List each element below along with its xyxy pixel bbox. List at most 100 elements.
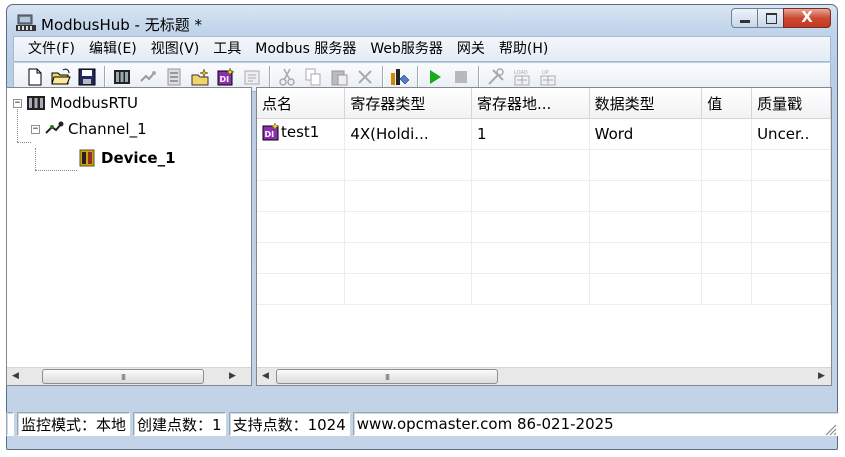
tag-table: 点名 寄存器类型 寄存器地... 数据类型 值 质量戳 DI test1 4X(… bbox=[257, 88, 831, 305]
tools-icon bbox=[488, 68, 504, 85]
open-button[interactable] bbox=[50, 66, 72, 88]
stop-button[interactable] bbox=[450, 66, 472, 88]
col-header-quality[interactable]: 质量戳 bbox=[751, 88, 831, 119]
cell-register-address: 1 bbox=[471, 118, 590, 150]
scroll-left-icon[interactable]: ◀ bbox=[257, 368, 274, 385]
tree-line bbox=[35, 148, 36, 170]
monitor-icon bbox=[391, 69, 410, 85]
monitor-button[interactable] bbox=[389, 66, 411, 88]
new-tag-button[interactable] bbox=[189, 66, 211, 88]
new-file-icon bbox=[28, 68, 42, 86]
tag-icon: DI bbox=[262, 123, 280, 141]
new-button[interactable] bbox=[24, 66, 46, 88]
copy-icon bbox=[305, 68, 321, 86]
menu-tools[interactable]: 工具 bbox=[206, 37, 248, 61]
project-tree[interactable]: − ModbusRTU − Channel_1 Device_1 ◀ III ▶ bbox=[6, 87, 252, 386]
col-header-register-type[interactable]: 寄存器类型 bbox=[344, 88, 472, 119]
status-pane-blank bbox=[6, 412, 14, 436]
save-icon bbox=[78, 68, 96, 86]
tree-item-device[interactable]: Device_1 bbox=[73, 146, 176, 170]
toolbar-separator bbox=[417, 66, 418, 88]
svg-text:DI: DI bbox=[265, 130, 275, 139]
col-header-register-address[interactable]: 寄存器地... bbox=[471, 88, 590, 119]
paste-button[interactable] bbox=[328, 66, 350, 88]
col-header-name[interactable]: 点名 bbox=[257, 88, 346, 119]
tag-icon: DI bbox=[217, 67, 235, 86]
table-row[interactable]: DI test1 4X(Holdi... 1 Word Uncer.. bbox=[257, 118, 831, 150]
svg-text:UP: UP bbox=[542, 70, 549, 76]
cell-quality: Uncer.. bbox=[751, 118, 831, 150]
menu-modbus-server[interactable]: Modbus 服务器 bbox=[248, 37, 363, 61]
cut-icon bbox=[279, 68, 295, 86]
status-bar: 监控模式：本地 创建点数：1 支持点数：1024 www.opcmaster.c… bbox=[6, 410, 839, 438]
col-header-data-type[interactable]: 数据类型 bbox=[589, 88, 703, 119]
tools-button[interactable] bbox=[485, 66, 507, 88]
menu-view[interactable]: 视图(V) bbox=[144, 37, 207, 61]
resize-grip-icon[interactable] bbox=[823, 422, 837, 436]
tree-item-modbusrtu[interactable]: − ModbusRTU bbox=[13, 91, 138, 115]
collapse-icon[interactable]: − bbox=[31, 124, 40, 134]
run-icon bbox=[430, 70, 441, 84]
minimize-button[interactable] bbox=[731, 8, 758, 28]
properties-icon bbox=[244, 70, 260, 85]
tree-item-channel[interactable]: − Channel_1 bbox=[31, 117, 147, 141]
new-tag-icon bbox=[191, 68, 209, 86]
table-row[interactable] bbox=[257, 242, 831, 274]
tag-grid[interactable]: 点名 寄存器类型 寄存器地... 数据类型 值 质量戳 DI test1 4X(… bbox=[256, 87, 832, 386]
device-list-button[interactable] bbox=[163, 66, 185, 88]
scroll-right-icon[interactable]: ▶ bbox=[224, 368, 241, 385]
menu-help[interactable]: 帮助(H) bbox=[492, 37, 555, 61]
table-header-row: 点名 寄存器类型 寄存器地... 数据类型 值 质量戳 bbox=[257, 88, 831, 119]
delete-icon bbox=[358, 70, 372, 84]
grid-horizontal-scrollbar[interactable]: ◀ III ▶ bbox=[257, 367, 831, 385]
menu-gateway[interactable]: 网关 bbox=[450, 37, 492, 61]
device-list-icon bbox=[167, 68, 181, 86]
save-button[interactable] bbox=[76, 66, 98, 88]
status-created-count: 创建点数：1 bbox=[133, 412, 226, 436]
table-row[interactable] bbox=[257, 149, 831, 181]
close-icon: X bbox=[801, 8, 813, 26]
maximize-button[interactable] bbox=[757, 8, 784, 28]
scrollbar-thumb[interactable]: III bbox=[276, 369, 498, 384]
copy-button[interactable] bbox=[302, 66, 324, 88]
cell-register-type: 4X(Holdi... bbox=[344, 118, 472, 150]
cut-button[interactable] bbox=[276, 66, 298, 88]
menu-web-server[interactable]: Web服务器 bbox=[363, 37, 450, 61]
open-folder-icon bbox=[51, 68, 71, 85]
tree-horizontal-scrollbar[interactable]: ◀ III ▶ bbox=[7, 367, 251, 385]
cell-name: DI test1 bbox=[257, 118, 346, 150]
tree-line bbox=[17, 142, 31, 143]
tree-item-label: Device_1 bbox=[101, 149, 176, 167]
add-device-icon bbox=[140, 71, 156, 82]
status-supported-count: 支持点数：1024 bbox=[228, 412, 350, 436]
cell-name-text: test1 bbox=[281, 123, 320, 141]
properties-button[interactable] bbox=[241, 66, 263, 88]
scroll-left-icon[interactable]: ◀ bbox=[7, 368, 24, 385]
run-button[interactable] bbox=[424, 66, 446, 88]
menu-file[interactable]: 文件(F) bbox=[14, 37, 82, 61]
delete-button[interactable] bbox=[354, 66, 376, 88]
tree-line bbox=[35, 170, 77, 171]
table-row[interactable] bbox=[257, 211, 831, 243]
add-channel-button[interactable] bbox=[111, 66, 133, 88]
load-button[interactable]: LOAD bbox=[511, 66, 533, 88]
tree-item-label: ModbusRTU bbox=[50, 94, 138, 112]
close-button[interactable]: X bbox=[783, 8, 831, 28]
window-title: ModbusHub - 无标题 * bbox=[41, 16, 203, 34]
table-row[interactable] bbox=[257, 180, 831, 212]
menu-edit[interactable]: 编辑(E) bbox=[82, 37, 144, 61]
device-icon bbox=[79, 149, 95, 167]
tag-button[interactable]: DI bbox=[215, 66, 237, 88]
col-header-value[interactable]: 值 bbox=[701, 88, 753, 119]
add-device-button[interactable] bbox=[137, 66, 159, 88]
load-icon: LOAD bbox=[514, 70, 530, 86]
modbus-app-icon bbox=[16, 14, 36, 31]
toolbar-separator bbox=[269, 66, 270, 88]
table-row[interactable] bbox=[257, 273, 831, 305]
menu-bar: 文件(F) 编辑(E) 视图(V) 工具 Modbus 服务器 Web服务器 网… bbox=[13, 36, 831, 62]
scrollbar-thumb[interactable]: III bbox=[42, 369, 204, 384]
scroll-right-icon[interactable]: ▶ bbox=[813, 368, 830, 385]
upload-button[interactable]: UP bbox=[537, 66, 559, 88]
collapse-icon[interactable]: − bbox=[13, 98, 22, 108]
svg-text:DI: DI bbox=[220, 75, 230, 84]
